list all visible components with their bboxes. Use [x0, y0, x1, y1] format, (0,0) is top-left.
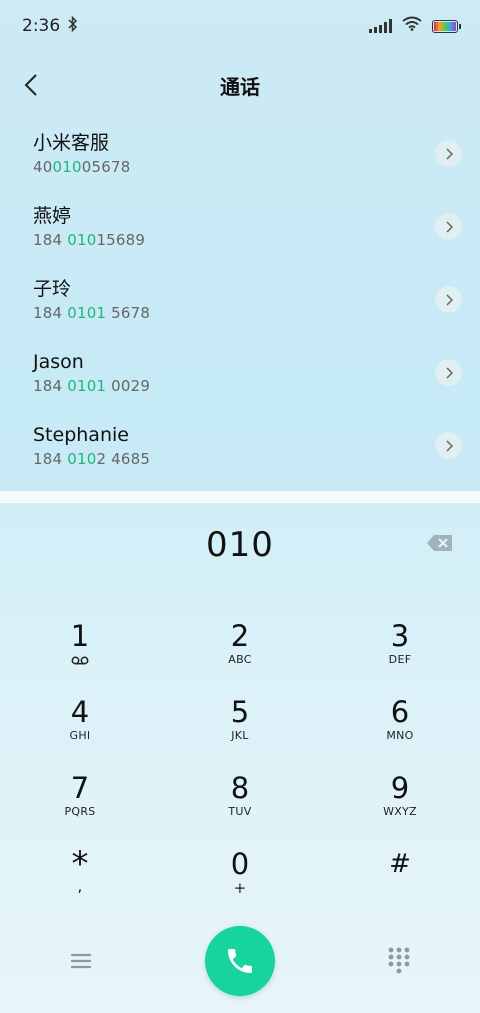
key-digit: 4: [70, 695, 90, 729]
key-letters: DEF: [388, 653, 412, 666]
battery-level: [434, 21, 456, 31]
key-letters: ,: [77, 877, 83, 895]
phone-icon: [228, 949, 252, 973]
contact-detail-button[interactable]: [435, 140, 462, 167]
contact-name: 小米客服: [33, 132, 110, 154]
key-5[interactable]: 5 JKL: [160, 695, 320, 771]
dialpad-icon: [388, 947, 410, 974]
key-4[interactable]: 4 GHI: [0, 695, 160, 771]
key-digit: #: [389, 849, 411, 879]
contact-name: 子玲: [33, 278, 72, 300]
key-letters: WXYZ: [383, 805, 417, 818]
back-button[interactable]: [14, 68, 48, 102]
key-digit: *: [71, 844, 89, 884]
key-letters: ABC: [228, 653, 252, 666]
contact-name: 燕婷: [33, 205, 72, 227]
key-digit: 0: [230, 847, 250, 881]
voicemail-icon: [71, 653, 89, 667]
contact-detail-button[interactable]: [435, 432, 462, 459]
key-9[interactable]: 9 WXYZ: [320, 771, 480, 847]
menu-icon: [70, 953, 92, 969]
call-button[interactable]: [205, 926, 275, 996]
key-3[interactable]: 3 DEF: [320, 619, 480, 695]
dialer-bottom-bar: [0, 926, 480, 996]
key-digit: 7: [70, 771, 90, 805]
status-time: 2:36: [22, 16, 61, 36]
key-letters: JKL: [231, 729, 249, 742]
key-letters: GHI: [69, 729, 91, 742]
contact-row[interactable]: Stephanie 184 0102 4685: [0, 410, 480, 483]
key-letters: +: [233, 879, 247, 897]
key-digit: 3: [390, 619, 410, 653]
header: 通话: [0, 58, 480, 112]
wifi-icon: [402, 16, 422, 36]
keypad-row: * , 0 + #: [0, 847, 480, 923]
contact-detail-button[interactable]: [435, 286, 462, 313]
key-1[interactable]: 1: [0, 619, 160, 695]
keypad-row: 1 2 ABC 3 DEF: [0, 619, 480, 695]
contact-number: 4001005678: [33, 158, 131, 176]
key-letters: TUV: [228, 805, 252, 818]
keypad-row: 7 PQRS 8 TUV 9 WXYZ: [0, 771, 480, 847]
key-digit: 9: [390, 771, 410, 805]
menu-button[interactable]: [68, 948, 94, 974]
contact-number: 184 0101 0029: [33, 377, 151, 395]
contact-detail-button[interactable]: [435, 359, 462, 386]
battery-icon: [432, 19, 461, 33]
key-7[interactable]: 7 PQRS: [0, 771, 160, 847]
contact-row[interactable]: 子玲 184 0101 5678: [0, 264, 480, 337]
keypad-row: 4 GHI 5 JKL 6 MNO: [0, 695, 480, 771]
key-hash[interactable]: #: [320, 847, 480, 923]
contact-number: 184 01015689: [33, 231, 146, 249]
keypad: 1 2 ABC 3 DEF 4 GHI 5 JKL 6 MNO 7 PQRS 8…: [0, 619, 480, 923]
chevron-right-icon: [445, 147, 453, 160]
list-dialer-divider: [0, 491, 480, 503]
contact-name: Jason: [33, 351, 84, 373]
backspace-button[interactable]: [426, 533, 454, 553]
dialer-panel: 010 1 2 ABC 3 DEF 4 GHI 5 JKL 6 MNO 7 PQ…: [0, 503, 480, 1013]
bluetooth-icon: [68, 15, 78, 36]
keypad-toggle-button[interactable]: [386, 946, 412, 976]
signal-icon: [369, 19, 392, 33]
contact-detail-button[interactable]: [435, 213, 462, 240]
backspace-icon: [427, 535, 452, 551]
key-digit: 5: [230, 695, 250, 729]
key-digit: 2: [230, 619, 250, 653]
key-8[interactable]: 8 TUV: [160, 771, 320, 847]
status-bar: 2:36: [0, 0, 480, 52]
dial-input-display[interactable]: 010: [0, 525, 480, 565]
key-digit: 6: [390, 695, 410, 729]
contact-name: Stephanie: [33, 424, 129, 446]
chevron-right-icon: [445, 366, 453, 379]
key-0[interactable]: 0 +: [160, 847, 320, 923]
contact-row[interactable]: Jason 184 0101 0029: [0, 337, 480, 410]
key-letters: PQRS: [64, 805, 96, 818]
contact-number: 184 0102 4685: [33, 450, 151, 468]
key-letters: MNO: [386, 729, 414, 742]
key-digit: 8: [230, 771, 250, 805]
contact-list: 小米客服 4001005678 燕婷 184 01015689 子玲 184 0…: [0, 118, 480, 483]
chevron-left-icon: [24, 74, 37, 96]
key-digit: 1: [70, 619, 90, 653]
key-star[interactable]: * ,: [0, 847, 160, 923]
chevron-right-icon: [445, 293, 453, 306]
contact-row[interactable]: 小米客服 4001005678: [0, 118, 480, 191]
chevron-right-icon: [445, 439, 453, 452]
key-6[interactable]: 6 MNO: [320, 695, 480, 771]
contact-number: 184 0101 5678: [33, 304, 151, 322]
key-2[interactable]: 2 ABC: [160, 619, 320, 695]
contact-row[interactable]: 燕婷 184 01015689: [0, 191, 480, 264]
chevron-right-icon: [445, 220, 453, 233]
page-title: 通话: [220, 74, 260, 99]
